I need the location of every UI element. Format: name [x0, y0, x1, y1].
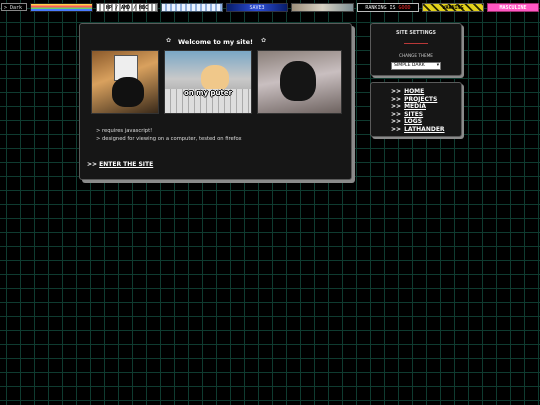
- enter-site-row: >> ENTER THE SITE: [87, 161, 153, 168]
- nav-item-projects: >> PROJECTS: [391, 96, 445, 104]
- alien-icon: ✿: [261, 37, 267, 44]
- settings-divider: [404, 43, 428, 44]
- headphone-cat-image: [280, 61, 316, 101]
- requirements-notes: > requires javascript! > designed for vi…: [96, 128, 242, 143]
- top-badge-strip: > Dark HP / AMD / HBC SAVE3 RANKING IS G…: [0, 0, 540, 14]
- page-title: Welcome to my site!: [177, 38, 254, 46]
- blue-badge[interactable]: SAVE3: [226, 3, 288, 12]
- nav-item-sites: >> SITES: [391, 111, 445, 119]
- cat-photo-1: [91, 50, 159, 114]
- chevron-down-icon: ▾: [436, 63, 439, 68]
- nav-list: >> HOME >> PROJECTS >> MEDIA >> SITES >> LOGS…: [391, 88, 445, 134]
- nav-arrow: >>: [391, 88, 402, 95]
- note-browser: > designed for viewing on a computer, te…: [96, 135, 242, 142]
- nav-arrow: >>: [391, 125, 402, 133]
- hp-badge[interactable]: HP / AMD / HBC: [96, 3, 158, 12]
- black-cat-image: [112, 77, 144, 107]
- cat-photo-3: [257, 50, 342, 114]
- nav-item-logs: >> LOGS: [391, 118, 445, 126]
- hazard-badge[interactable]: WARNING: [422, 3, 484, 12]
- nav-link-home[interactable]: HOME: [404, 88, 424, 95]
- dark-mode-toggle[interactable]: > Dark: [1, 3, 27, 11]
- nav-item-lathander: >> LATHANDER: [391, 126, 445, 134]
- pixel-badge[interactable]: [161, 3, 223, 12]
- nav-link-projects[interactable]: PROJECTS: [404, 96, 437, 103]
- theme-select[interactable]: SIMPLE DARK ▾: [391, 62, 441, 70]
- ranking-badge[interactable]: RANKING IS GOOD: [357, 3, 419, 12]
- nav-link-lathander[interactable]: LATHANDER: [404, 126, 444, 133]
- nav-item-media: >> MEDIA: [391, 103, 445, 111]
- photo-badge[interactable]: [291, 3, 354, 12]
- nav-arrow: >>: [391, 118, 402, 126]
- welcome-panel: ✿ Welcome to my site! ✿ on my puter > re…: [79, 23, 352, 180]
- nav-arrow: >>: [391, 103, 402, 111]
- rainbow-badge[interactable]: [30, 3, 93, 12]
- nav-arrow: >>: [391, 110, 402, 118]
- nav-link-sites[interactable]: SITES: [404, 111, 423, 118]
- enter-arrow: >>: [87, 161, 98, 168]
- enter-site-link[interactable]: ENTER THE SITE: [99, 161, 153, 168]
- photo-caption: on my puter: [183, 89, 233, 97]
- nav-item-home: >> HOME: [391, 88, 445, 96]
- theme-select-value: SIMPLE DARK: [394, 63, 425, 68]
- nav-arrow: >>: [391, 95, 402, 103]
- nav-link-media[interactable]: MEDIA: [404, 103, 426, 110]
- nav-link-logs[interactable]: LOGS: [404, 118, 422, 125]
- nav-panel: >> HOME >> PROJECTS >> MEDIA >> SITES >> LOGS…: [370, 82, 462, 137]
- settings-title: SITE SETTINGS: [395, 31, 437, 36]
- pink-badge[interactable]: MASCULINE: [487, 3, 539, 12]
- ranking-badge-text: RANKING IS: [365, 5, 396, 11]
- orange-cat-image: [201, 65, 229, 91]
- note-javascript: > requires javascript!: [96, 128, 153, 134]
- cat-photo-2: on my puter: [164, 50, 252, 114]
- theme-label: CHANGE THEME: [399, 53, 433, 58]
- ranking-badge-highlight: GOOD: [398, 5, 411, 11]
- site-settings-panel: SITE SETTINGS CHANGE THEME SIMPLE DARK ▾: [370, 23, 462, 76]
